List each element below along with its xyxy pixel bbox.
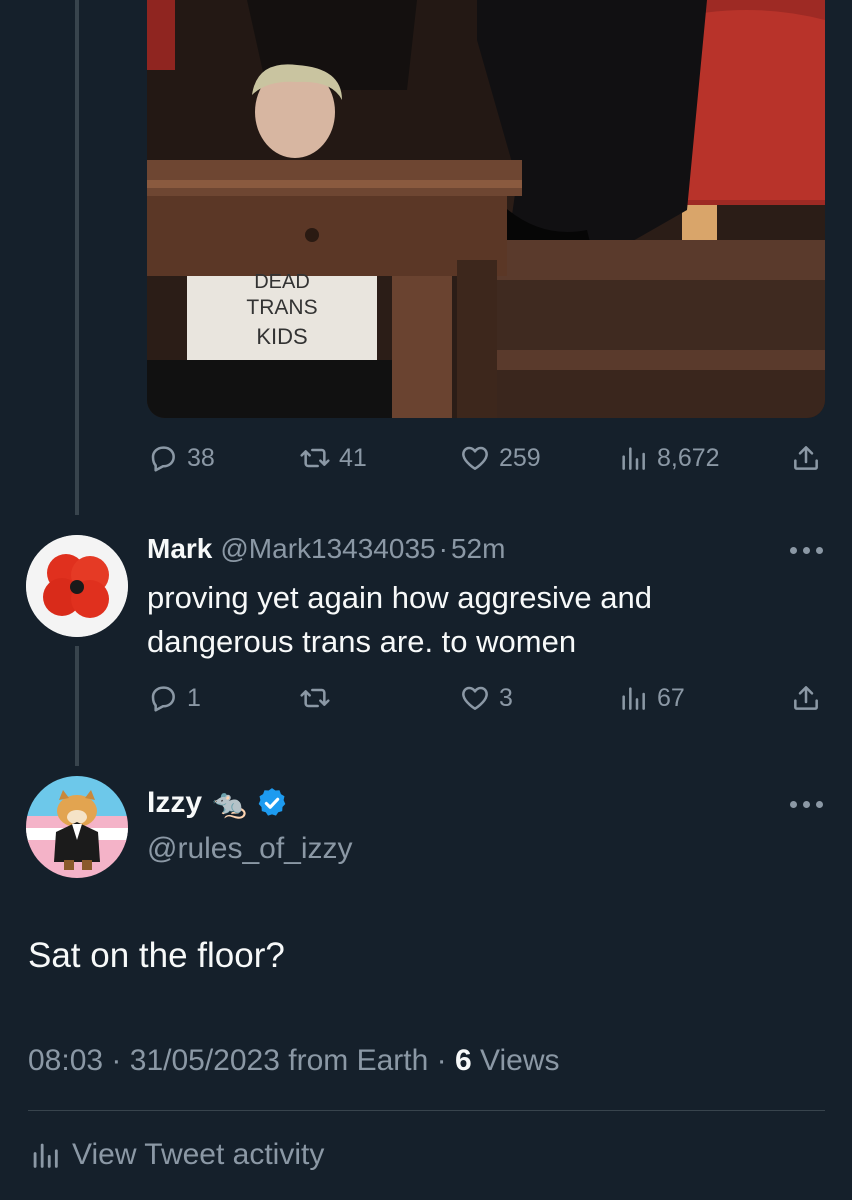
mark-avatar[interactable] — [26, 535, 128, 637]
reply-button[interactable]: 38 — [147, 438, 215, 478]
view-tweet-activity-link[interactable]: View Tweet activity — [28, 1138, 324, 1172]
views-icon — [622, 687, 645, 710]
izzy-name[interactable]: Izzy — [147, 786, 202, 820]
thread-line-bottom — [75, 646, 79, 766]
reply-reply-count: 1 — [187, 683, 201, 712]
mark-time[interactable]: 52m — [451, 533, 505, 565]
divider — [28, 1110, 825, 1111]
reply-reply-button[interactable]: 1 — [147, 678, 201, 718]
reply-like-button[interactable]: 3 — [459, 678, 513, 718]
share-icon — [794, 446, 818, 470]
activity-label: View Tweet activity — [72, 1138, 325, 1171]
izzy-name-row: Izzy 🐀 — [147, 786, 289, 820]
tweet-time[interactable]: 08:03 — [28, 1044, 103, 1077]
reply-views-button[interactable]: 67 — [617, 678, 685, 718]
retweet-icon — [300, 448, 330, 468]
mark-name[interactable]: Mark — [147, 533, 212, 565]
like-button[interactable]: 259 — [459, 438, 541, 478]
share-icon — [794, 686, 818, 710]
mark-name-row: Mark @Mark13434035 · 52m — [147, 533, 505, 565]
views-button[interactable]: 8,672 — [617, 438, 720, 478]
views-icon — [622, 447, 645, 470]
izzy-avatar[interactable] — [26, 776, 128, 878]
share-button[interactable] — [790, 438, 822, 478]
verified-badge-icon[interactable] — [255, 786, 289, 820]
meta-sep-2: · — [436, 1044, 447, 1077]
heart-icon — [462, 446, 488, 470]
reply-like-count: 3 — [499, 683, 513, 712]
shirt-text-line-2: TRANS — [246, 296, 317, 319]
mark-handle[interactable]: @Mark13434035 — [220, 533, 435, 565]
meta-sep-1: · — [111, 1044, 122, 1077]
izzy-avatar-image — [26, 776, 128, 878]
views-icon — [33, 1143, 58, 1168]
mark-separator: · — [438, 533, 448, 564]
mark-more-button[interactable] — [790, 547, 824, 557]
reply-icon — [151, 446, 175, 472]
tweet-source: from Earth — [288, 1044, 429, 1077]
mark-reply-text: proving yet again how aggresive and dang… — [147, 580, 652, 659]
tweet-views-label: Views — [480, 1044, 560, 1077]
retweet-icon — [300, 688, 330, 708]
reply-share-button[interactable] — [790, 678, 822, 718]
main-tweet-text: Sat on the floor? — [28, 936, 285, 975]
retweet-count: 41 — [339, 443, 367, 472]
views-count: 8,672 — [657, 443, 720, 472]
izzy-more-button[interactable] — [790, 801, 824, 811]
like-count: 259 — [499, 443, 541, 472]
poppy-icon — [26, 535, 128, 637]
reply-actions: 1 3 67 — [147, 678, 825, 718]
reply-retweet-button[interactable] — [299, 678, 339, 718]
original-tweet-actions: 38 41 259 8,672 — [147, 438, 825, 478]
shirt-text-line-3: KIDS — [256, 324, 307, 349]
tweet-photo[interactable]: DEAD TRANS KIDS — [147, 0, 825, 418]
izzy-handle[interactable]: @rules_of_izzy — [147, 832, 353, 866]
reply-count: 38 — [187, 443, 215, 472]
reply-icon — [151, 686, 175, 712]
shirt-text-line-1: DEAD — [254, 271, 310, 293]
tweet-meta: 08:03 · 31/05/2023 from Earth · 6 Views — [28, 1044, 560, 1078]
thread-line-top — [75, 0, 79, 515]
rat-emoji: 🐀 — [212, 787, 247, 819]
retweet-button[interactable]: 41 — [299, 438, 367, 478]
tweet-date[interactable]: 31/05/2023 — [130, 1044, 280, 1077]
heart-icon — [462, 686, 488, 710]
reply-views-count: 67 — [657, 683, 685, 712]
tweet-views-count: 6 — [455, 1044, 472, 1077]
